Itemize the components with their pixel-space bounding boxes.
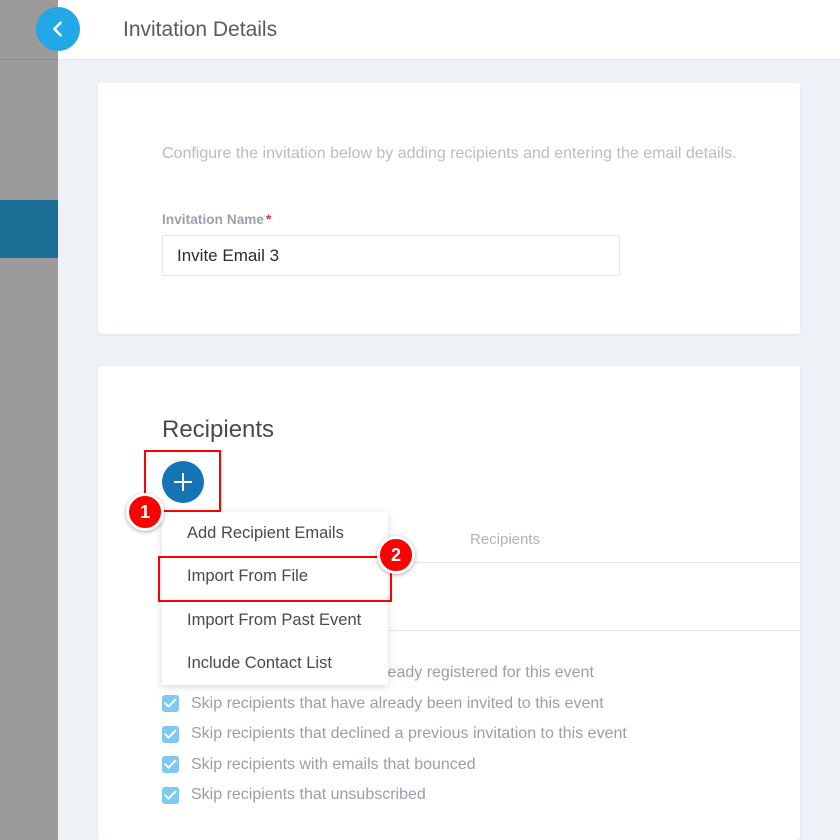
sidebar-divider [0, 59, 58, 60]
menu-item-include-contact-list[interactable]: Include Contact List [162, 642, 388, 685]
invitation-details-card: Configure the invitation below by adding… [98, 83, 800, 334]
add-recipients-button[interactable] [162, 461, 204, 503]
list-item-label: Skip recipients that declined a previous… [191, 725, 627, 743]
list-item[interactable]: Skip recipients that have already been i… [162, 689, 792, 720]
list-item-label: Skip recipients that have already been i… [191, 695, 604, 713]
checkbox-skip-unsubscribed[interactable] [162, 787, 179, 804]
app-root: Invitation Details Configure the invitat… [0, 0, 840, 840]
list-item[interactable]: Skip recipients that declined a previous… [162, 719, 792, 750]
page-title: Invitation Details [123, 0, 277, 59]
list-item[interactable]: Skip recipients that unsubscribed [162, 780, 792, 811]
intro-description: Configure the invitation below by adding… [162, 139, 740, 168]
top-header: Invitation Details [58, 0, 840, 60]
checkbox-skip-bounced[interactable] [162, 756, 179, 773]
checkbox-skip-invited[interactable] [162, 695, 179, 712]
invitation-name-label-text: Invitation Name [162, 212, 264, 227]
recipients-section-title: Recipients [162, 416, 274, 444]
invitation-name-label: Invitation Name* [162, 212, 271, 227]
back-button[interactable] [36, 7, 80, 51]
menu-item-add-recipient-emails[interactable]: Add Recipient Emails [162, 512, 388, 555]
menu-item-import-from-file[interactable]: Import From File [162, 555, 388, 598]
page-body: Configure the invitation below by adding… [58, 59, 840, 840]
list-item-label: Skip recipients that unsubscribed [191, 786, 426, 804]
list-item-label: Skip recipients with emails that bounced [191, 756, 476, 774]
add-recipients-dropdown-menu: Add Recipient Emails Import From File Im… [162, 512, 388, 685]
left-sidebar [0, 0, 58, 840]
recipients-column-header: Recipients [470, 531, 540, 548]
menu-item-import-from-past-event[interactable]: Import From Past Event [162, 599, 388, 642]
required-asterisk: * [266, 212, 271, 227]
table-rule-bottom [344, 630, 800, 631]
checkbox-skip-declined[interactable] [162, 726, 179, 743]
sidebar-item-active[interactable] [0, 200, 58, 258]
list-item[interactable]: Skip recipients with emails that bounced [162, 750, 792, 781]
table-rule-top [344, 562, 800, 563]
invitation-name-input[interactable] [162, 235, 620, 276]
